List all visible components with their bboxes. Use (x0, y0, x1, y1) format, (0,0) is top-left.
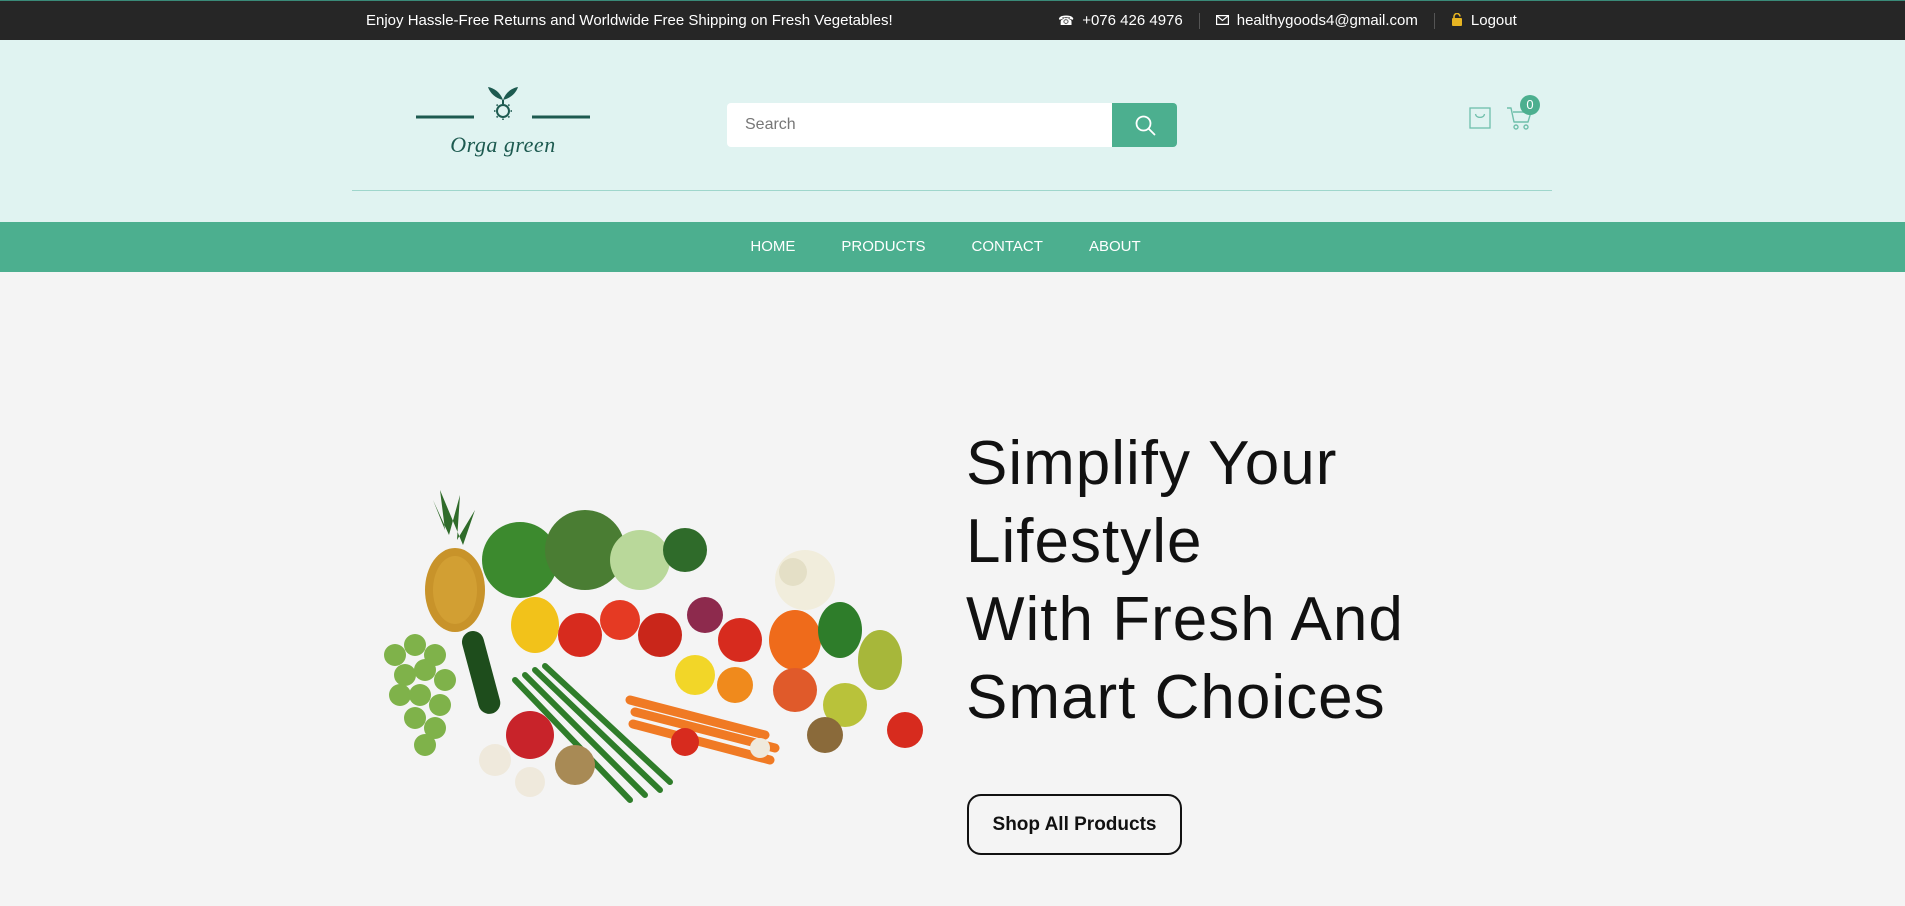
site-logo[interactable]: Orga green (414, 80, 592, 164)
search-icon (1135, 115, 1155, 136)
shop-all-products-button[interactable]: Shop All Products (967, 794, 1182, 855)
hero-title-line: Smart Choices (966, 663, 1386, 732)
search-input[interactable] (727, 103, 1112, 147)
nav-item-home: HOME (727, 222, 818, 272)
email-link[interactable]: healthygoods4@gmail.com (1215, 12, 1418, 29)
nav-link-contact[interactable]: CONTACT (949, 222, 1066, 272)
promo-text: Enjoy Hassle-Free Returns and Worldwide … (366, 12, 893, 29)
divider (1198, 12, 1200, 29)
nav-item-about: ABOUT (1066, 222, 1164, 272)
hero-title-line: Simplify Your (966, 429, 1338, 498)
nav-link-home[interactable]: HOME (727, 222, 818, 272)
logout-link[interactable]: Logout (1451, 12, 1517, 29)
email-address: healthygoods4@gmail.com (1236, 12, 1418, 29)
nav-item-products: PRODUCTS (818, 222, 948, 272)
topbar-contact: ☎ +076 426 4976 healthygoods4@gmail.com … (1058, 12, 1517, 29)
nav-link-products[interactable]: PRODUCTS (818, 222, 948, 272)
mail-icon (1215, 14, 1229, 27)
sprout-logo-icon (416, 87, 590, 120)
wishlist-bag-button[interactable] (1468, 106, 1492, 135)
top-announcement-bar: Enjoy Hassle-Free Returns and Worldwide … (0, 0, 1905, 40)
site-header: Orga green 0 (0, 40, 1905, 222)
nav-item-contact: CONTACT (949, 222, 1066, 272)
hero-title-line: With Fresh And (966, 585, 1404, 654)
hero-title: Simplify Your Lifestyle With Fresh And S… (966, 425, 1666, 737)
header-divider (352, 190, 1552, 191)
main-navigation: HOME PRODUCTS CONTACT ABOUT (0, 222, 1905, 272)
search-bar (727, 103, 1177, 147)
nav-list: HOME PRODUCTS CONTACT ABOUT (727, 222, 1163, 272)
cart-count-badge: 0 (1520, 95, 1540, 115)
phone-number: +076 426 4976 (1082, 12, 1183, 29)
logout-label: Logout (1470, 12, 1517, 29)
cart-button[interactable]: 0 (1506, 95, 1540, 136)
hero-title-line: Lifestyle (966, 507, 1203, 576)
search-button[interactable] (1112, 103, 1177, 147)
phone-icon: ☎ (1058, 13, 1075, 28)
shopping-bag-icon (1469, 107, 1491, 129)
nav-link-about[interactable]: ABOUT (1066, 222, 1164, 272)
lock-icon (1451, 12, 1463, 28)
divider (1433, 12, 1435, 29)
logo-text: Orga green (450, 132, 556, 157)
header-actions: 0 (1468, 95, 1540, 136)
phone-link[interactable]: ☎ +076 426 4976 (1058, 12, 1183, 29)
hero-vegetables-image (375, 490, 925, 810)
